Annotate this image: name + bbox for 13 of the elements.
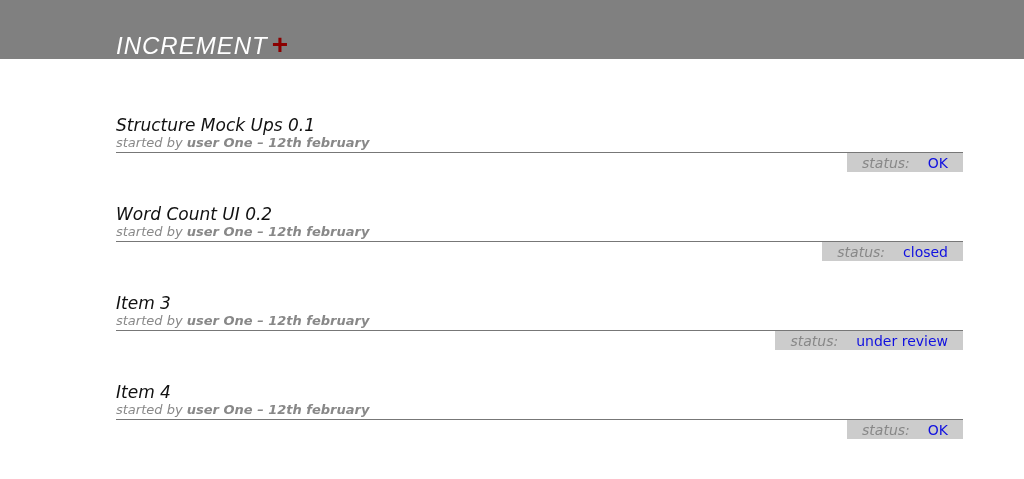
status-label: status:	[862, 154, 910, 171]
status-value: OK	[927, 154, 948, 171]
item-title[interactable]: Item 4	[116, 382, 963, 402]
status-value: closed	[903, 243, 948, 260]
logo: INCREMENT+	[116, 31, 289, 59]
item-title[interactable]: Item 3	[116, 293, 963, 313]
item-title[interactable]: Word Count UI 0.2	[116, 204, 963, 224]
status-label: status:	[790, 332, 839, 349]
item-title[interactable]: Structure Mock Ups 0.1	[116, 115, 963, 135]
status-value: OK	[927, 421, 948, 438]
status-label: status:	[862, 421, 910, 438]
status-label: status:	[837, 243, 886, 260]
status-value: under review	[856, 332, 948, 349]
